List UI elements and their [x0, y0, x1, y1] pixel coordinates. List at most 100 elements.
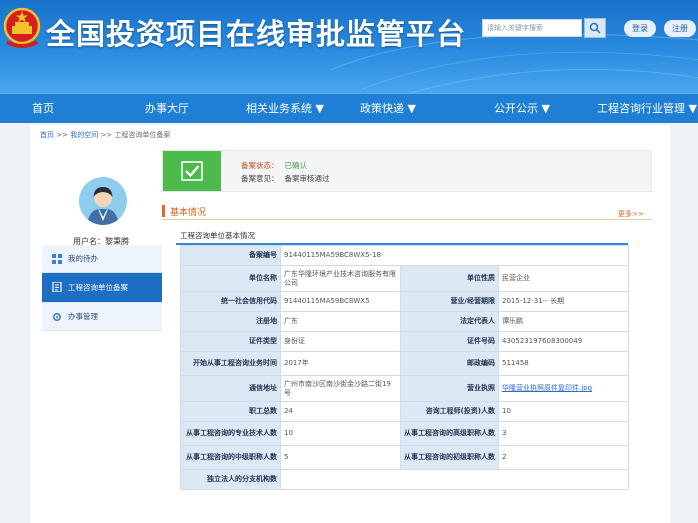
- sidebar-item-label: 办事管理: [68, 312, 98, 321]
- table-label: 证件号码: [400, 331, 499, 352]
- table-value: 2: [497, 445, 630, 470]
- breadcrumb: 首页 >> 我的空间 >> 工程咨询单位备案: [40, 130, 170, 140]
- table-value: 511458: [497, 351, 630, 376]
- breadcrumb-home[interactable]: 首页: [40, 131, 54, 139]
- table-row: 开始从事工程咨询业务时间 2017年 邮政编码 511458: [180, 351, 630, 376]
- breadcrumb-separator: >>: [56, 131, 71, 139]
- filing-status-card: 备案状态： 已确认 备案意见： 备案审核通过: [162, 150, 652, 192]
- sidebar-item-consulting-filing[interactable]: 工程咨询单位备案: [42, 273, 162, 303]
- table-value: 广东华隆环境产业技术咨询服务有限公司: [280, 265, 401, 292]
- search-icon: [589, 22, 601, 34]
- nav-item-service-hall[interactable]: 办事大厅: [145, 94, 189, 124]
- table-label: 从事工程咨询的专业技术人数: [180, 421, 281, 446]
- basic-info-table: 备案编号 91440115MA59BC8WX5-18 单位名称 广东华隆环境产业…: [180, 245, 630, 490]
- table-label: 证件类型: [180, 331, 281, 352]
- avatar: [79, 177, 127, 225]
- section-more-link[interactable]: 更多>>: [618, 209, 644, 219]
- filing-opinion-label: 备案意见：: [241, 174, 279, 183]
- breadcrumb-separator: >>: [100, 131, 115, 139]
- table-value: [279, 469, 630, 490]
- search-input[interactable]: 请输入关键字搜索: [482, 19, 582, 37]
- table-label: 从事工程咨询的高级职称人数: [400, 421, 499, 446]
- table-row: 独立法人的分支机构数: [180, 469, 630, 490]
- table-label: 从事工程咨询的中级职称人数: [180, 445, 281, 470]
- table-value: 24: [280, 401, 401, 422]
- national-emblem-icon: [3, 7, 41, 48]
- main-panel: 首页 >> 我的空间 >> 工程咨询单位备案 用户名：黎秉腾 我的待办 工程咨询…: [30, 125, 670, 523]
- section-accent-bar: [162, 205, 165, 217]
- nav-item-home[interactable]: 首页: [32, 94, 54, 124]
- table-label: 统一社会信用代码: [180, 291, 281, 312]
- table-value: 民营企业: [497, 265, 630, 292]
- table-value: 2017年: [280, 351, 401, 376]
- table-value: 10: [497, 401, 630, 422]
- table-label: 从事工程咨询的初级职称人数: [400, 445, 499, 470]
- nav-item-engineering-consulting[interactable]: 工程咨询行业管理 ▼: [597, 94, 697, 124]
- table-row: 单位名称 广东华隆环境产业技术咨询服务有限公司 单位性质 民营企业: [180, 265, 630, 292]
- table-label: 单位性质: [400, 265, 499, 292]
- table-label: 通信地址: [180, 375, 281, 402]
- table-value: 广州市南沙区南沙街金沙路二街19号: [280, 375, 401, 402]
- filing-opinion-row: 备案意见： 备案审核通过: [241, 173, 330, 184]
- table-row: 备案编号 91440115MA59BC8WX5-18: [180, 245, 630, 266]
- table-value: 2015-12-31-- 长期: [497, 291, 630, 312]
- table-label: 咨询工程师(投资)人数: [400, 401, 499, 422]
- table-value: 广东: [280, 311, 401, 332]
- main-nav: 首页 办事大厅 相关业务系统 ▼ 政策快递 ▼ 公开公示 ▼ 工程咨询行业管理 …: [0, 93, 698, 123]
- filing-state-value: 已确认: [284, 161, 308, 170]
- table-row: 职工总数 24 咨询工程师(投资)人数 10: [180, 401, 630, 422]
- table-row: 从事工程咨询的专业技术人数 10 从事工程咨询的高级职称人数 3: [180, 421, 630, 446]
- tab-basic-info[interactable]: 工程咨询单位基本情况: [176, 228, 628, 245]
- business-license-link[interactable]: 华隆营业执照原件复印件.jpg: [497, 375, 630, 402]
- site-title: 全国投资项目在线审批监管平台: [46, 17, 467, 51]
- breadcrumb-current: 工程咨询单位备案: [114, 131, 171, 139]
- table-value: 身份证: [280, 331, 401, 352]
- sidebar-item-affairs-management[interactable]: 办事管理: [42, 303, 162, 331]
- sidebar-item-label: 工程咨询单位备案: [68, 283, 128, 292]
- gear-icon: [52, 312, 62, 322]
- site-header: 全国投资项目在线审批监管平台 请输入关键字搜索 登录 注册: [0, 0, 698, 93]
- table-value: 91440115MA59BC8WX5-18: [279, 245, 630, 266]
- table-label: 独立法人的分支机构数: [180, 469, 281, 490]
- table-label: 职工总数: [180, 401, 281, 422]
- table-value: 5: [280, 445, 401, 470]
- table-label: 营业/经营期限: [400, 291, 499, 312]
- register-button[interactable]: 注册: [664, 20, 696, 37]
- sidebar-item-label: 我的待办: [68, 254, 98, 263]
- filing-state-row: 备案状态： 已确认: [241, 160, 307, 171]
- filing-state-label: 备案状态：: [241, 161, 279, 170]
- table-label: 邮政编码: [400, 351, 499, 376]
- sidebar-item-my-todo[interactable]: 我的待办: [42, 245, 162, 273]
- search-button[interactable]: [584, 18, 606, 38]
- nav-item-related-systems[interactable]: 相关业务系统 ▼: [246, 94, 324, 124]
- status-badge: [163, 151, 221, 191]
- filing-opinion-value: 备案审核通过: [284, 174, 330, 183]
- login-button[interactable]: 登录: [624, 20, 656, 37]
- table-value: 3: [497, 421, 630, 446]
- table-row: 从事工程咨询的中级职称人数 5 从事工程咨询的初级职称人数 2: [180, 445, 630, 470]
- table-value: 430523197608300049: [497, 331, 630, 352]
- document-icon: [52, 282, 62, 292]
- table-row: 证件类型 身份证 证件号码 430523197608300049: [180, 331, 630, 352]
- table-label: 法定代表人: [400, 311, 499, 332]
- nav-item-public-notice[interactable]: 公开公示 ▼: [494, 94, 550, 124]
- table-row: 注册地 广东 法定代表人 谭乐鹏: [180, 311, 630, 332]
- table-label: 备案编号: [180, 245, 281, 266]
- user-avatar-icon: [79, 177, 127, 225]
- checkmark-icon: [181, 161, 203, 181]
- table-row: 统一社会信用代码 91440115MA59BC8WX5 营业/经营期限 2015…: [180, 291, 630, 312]
- table-label: 单位名称: [180, 265, 281, 292]
- table-label: 注册地: [180, 311, 281, 332]
- sidebar-menu: 我的待办 工程咨询单位备案 办事管理: [42, 245, 162, 331]
- table-value: 91440115MA59BC8WX5: [280, 291, 401, 312]
- table-label: 营业执照: [400, 375, 499, 402]
- table-label: 开始从事工程咨询业务时间: [180, 351, 281, 376]
- nav-item-policy[interactable]: 政策快递 ▼: [360, 94, 416, 124]
- table-value: 10: [280, 421, 401, 446]
- table-row: 通信地址 广州市南沙区南沙街金沙路二街19号 营业执照 华隆营业执照原件复印件.…: [180, 375, 630, 402]
- grid-icon: [52, 254, 62, 264]
- table-value: 谭乐鹏: [497, 311, 630, 332]
- section-title: 基本情况: [170, 208, 207, 218]
- section-divider: [162, 219, 652, 220]
- breadcrumb-my-space[interactable]: 我的空间: [70, 131, 98, 139]
